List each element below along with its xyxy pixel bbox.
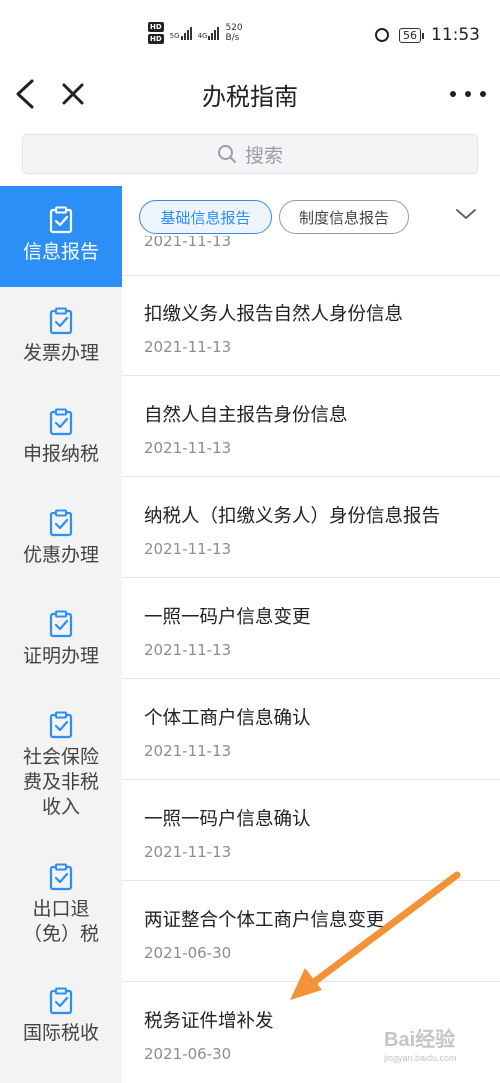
list-item[interactable]: 一照一码户信息确认 2021-11-13 — [122, 781, 500, 881]
list-item-title: 个体工商户信息确认 — [144, 708, 311, 729]
clipboard-check-icon — [49, 711, 73, 739]
watermark-text: Bai经验 — [384, 1029, 456, 1051]
battery-icon: 56 — [399, 27, 424, 43]
list-item[interactable]: 两证整合个体工商户信息变更 2021-06-30 — [122, 882, 500, 982]
list-item-title: 一照一码户信息变更 — [144, 607, 311, 628]
sidebar-item-label: 出口退（免）税 — [22, 898, 99, 945]
list-item-date: 2021-11-13 — [144, 338, 232, 356]
sidebar-item-label: 证明办理 — [22, 645, 99, 667]
list-item[interactable]: 纳税人（扣缴义务人）身份信息报告 2021-11-13 — [122, 478, 500, 578]
guide-list: 2021-11-13 扣缴义务人报告自然人身份信息 2021-11-13 自然人… — [122, 186, 500, 1083]
list-item[interactable]: 个体工商户信息确认 2021-11-13 — [122, 680, 500, 780]
list-item-title: 扣缴义务人报告自然人身份信息 — [144, 304, 404, 325]
sidebar-item-preferential[interactable]: 优惠办理 — [0, 489, 122, 590]
search-placeholder: 搜索 — [244, 144, 283, 167]
list-item-date: 2021-11-13 — [144, 843, 232, 861]
hd-badge: HD — [148, 34, 164, 44]
clipboard-check-icon — [49, 408, 73, 436]
status-left: HD HD 5G 4G 520 B/s — [148, 22, 243, 44]
status-right: 56 11:53 — [375, 25, 480, 45]
sidebar-item-label: 发票办理 — [22, 342, 99, 364]
status-bar: HD HD 5G 4G 520 B/s 56 11:53 — [0, 0, 500, 70]
clock: 11:53 — [431, 25, 480, 45]
subcategory-tabs: 基础信息报告 制度信息报告 — [122, 186, 500, 236]
sidebar-item-international-tax[interactable]: 国际税收 — [0, 967, 122, 1083]
chevron-down-icon[interactable] — [454, 204, 478, 224]
sidebar-item-tax-filing[interactable]: 申报纳税 — [0, 388, 122, 489]
watermark-logo: Bai经验 jingyan.baidu.com — [384, 1028, 496, 1072]
alarm-icon — [375, 28, 389, 42]
clipboard-check-icon — [49, 206, 73, 234]
watermark-sub: jingyan.baidu.com — [384, 1053, 457, 1063]
list-item-date: 2021-11-13 — [144, 641, 232, 659]
search-input[interactable]: 搜索 — [22, 134, 478, 174]
category-sidebar: 信息报告 发票办理 申报纳税 优惠办理 证明办理 社会保险费及非税收入 出口退（… — [0, 186, 122, 1083]
sidebar-item-info-report[interactable]: 信息报告 — [0, 186, 122, 287]
sidebar-item-label: 申报纳税 — [22, 443, 99, 465]
sidebar-item-label: 优惠办理 — [22, 544, 99, 566]
tab-basic-info-report[interactable]: 基础信息报告 — [139, 200, 272, 234]
list-item-title: 两证整合个体工商户信息变更 — [144, 910, 385, 931]
sidebar-item-social-insurance[interactable]: 社会保险费及非税收入 — [0, 691, 122, 843]
signal-5g: 5G — [170, 26, 192, 40]
list-item-date: 2021-06-30 — [144, 944, 232, 962]
list-item-title: 一照一码户信息确认 — [144, 809, 311, 830]
signal-icon — [180, 26, 192, 40]
clipboard-check-icon — [49, 509, 73, 537]
sidebar-item-label: 信息报告 — [22, 241, 99, 263]
clipboard-check-icon — [49, 987, 73, 1015]
hd-badge: HD — [148, 22, 164, 32]
sidebar-item-invoice[interactable]: 发票办理 — [0, 287, 122, 388]
list-item-date: 2021-11-13 — [144, 540, 232, 558]
clipboard-check-icon — [49, 307, 73, 335]
network-speed: 520 B/s — [225, 23, 243, 43]
page-title: 办税指南 — [202, 83, 298, 111]
clipboard-check-icon — [49, 610, 73, 638]
more-options-icon[interactable] — [450, 79, 486, 109]
list-item-date: 2021-11-13 — [144, 439, 232, 457]
sidebar-item-export-refund[interactable]: 出口退（免）税 — [0, 843, 122, 967]
tab-system-info-report[interactable]: 制度信息报告 — [279, 200, 409, 234]
nav-header: 办税指南 — [0, 70, 500, 120]
list-item-date: 2021-06-30 — [144, 1045, 232, 1063]
sidebar-item-label: 国际税收 — [22, 1022, 99, 1044]
sidebar-item-certificate[interactable]: 证明办理 — [0, 590, 122, 691]
list-item-title: 自然人自主报告身份信息 — [144, 405, 348, 426]
list-item-date: 2021-11-13 — [144, 742, 232, 760]
list-item[interactable]: 一照一码户信息变更 2021-11-13 — [122, 579, 500, 679]
list-item[interactable]: 扣缴义务人报告自然人身份信息 2021-11-13 — [122, 276, 500, 376]
clipboard-check-icon — [49, 863, 73, 891]
signal-4g: 4G — [198, 26, 220, 40]
sidebar-item-label: 社会保险费及非税收入 — [22, 746, 99, 818]
list-item-title: 纳税人（扣缴义务人）身份信息报告 — [144, 506, 441, 527]
signal-icon — [208, 26, 220, 40]
search-icon — [217, 145, 236, 163]
list-item[interactable]: 自然人自主报告身份信息 2021-11-13 — [122, 377, 500, 477]
list-item-title: 税务证件增补发 — [144, 1011, 274, 1032]
